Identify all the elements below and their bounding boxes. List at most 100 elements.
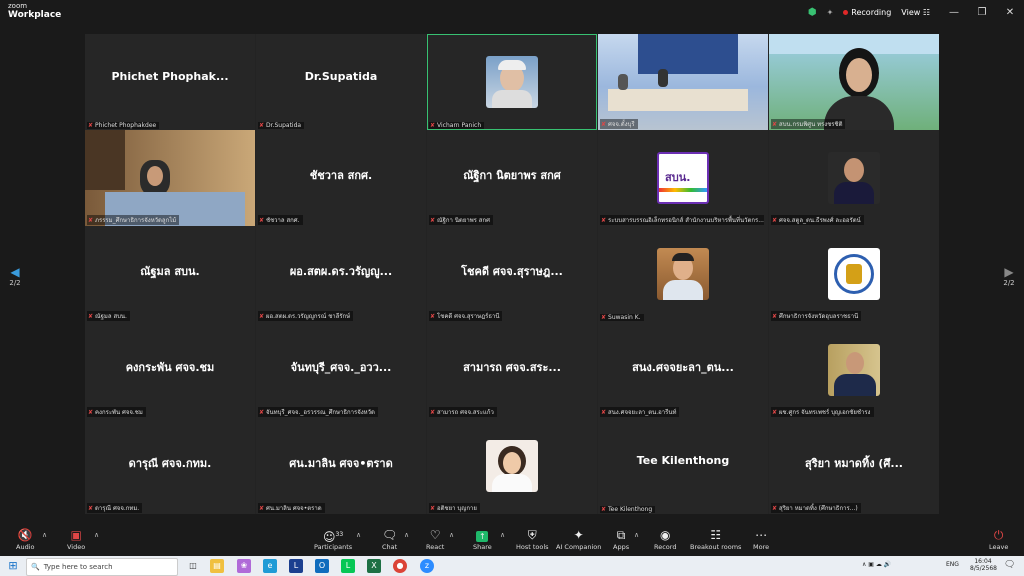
participant-tile[interactable]: ✘ ผช.ศูกร จันทรเพชร์ บุญเอกชัยชำรง [769, 322, 939, 418]
apps-button[interactable]: ⧉ Apps [613, 527, 629, 551]
participant-tile[interactable]: จันทบุรี_ศจจ._อวว... ✘ จันทบุรี_ศจจ._อรวรร… [256, 322, 426, 418]
more-button[interactable]: ⋯ More [753, 527, 769, 551]
participant-label: ✘ คงกระพัน ศจจ.ชม [87, 407, 146, 417]
participant-label: ✘ ศึกษาธิการจังหวัดอุบลราชธานี [771, 311, 862, 321]
participant-label: ✘ ชัชวาล สกศ. [258, 215, 303, 225]
view-button[interactable]: View ☷ [901, 8, 930, 17]
participant-tile[interactable]: ✘ Suwasin K. [598, 226, 768, 322]
participant-tile[interactable]: ดารุณี ศจจ.กทม. ✘ ดารุณี ศจจ.กทม. [85, 418, 255, 514]
participant-photo [828, 152, 880, 204]
windows-start-icon[interactable]: ⊞ [6, 559, 20, 573]
windows-taskbar: ⊞ 🔍 Type here to search ◫ ▤ ❀ e L O L X ●… [0, 556, 1024, 576]
record-button[interactable]: ◉ Record [654, 527, 676, 551]
participant-label-text: ภรรรม_ศึกษาธิการจังหวัดลูกไม้ [95, 217, 177, 224]
participants-label: Participants [314, 543, 353, 551]
mic-muted-icon: ✘ [772, 217, 778, 224]
participant-tile[interactable]: Phichet Phophak... ✘ Phichet Phophakdee [85, 34, 255, 130]
taskbar-search[interactable]: 🔍 Type here to search [26, 558, 178, 576]
participant-tile[interactable]: ชัชวาล สกศ. ✘ ชัชวาล สกศ. [256, 130, 426, 226]
mic-muted-icon: ✘ [88, 217, 94, 224]
participants-caret-icon[interactable]: ∧ [356, 531, 361, 539]
participant-tile[interactable]: ✘ ศึกษาธิการจังหวัดอุบลราชธานี [769, 226, 939, 322]
l-app-icon[interactable]: L [289, 559, 303, 573]
participants-button[interactable]: ☺33 Participants [314, 527, 352, 551]
zoom-app-icon[interactable]: z [420, 559, 434, 573]
participant-tile[interactable]: Dr.Supatida ✘ Dr.Supatida [256, 34, 426, 130]
clock[interactable]: 16:04 8/5/2568 [970, 558, 997, 572]
mic-muted-icon: ✘ [430, 409, 436, 416]
participant-tile[interactable]: คงกระพัน ศจจ.ชม ✘ คงกระพัน ศจจ.ชม [85, 322, 255, 418]
participant-tile[interactable]: ✘ ศจจ.สตูล_ตน.ธีรพงศ์ ละออรัตน์ [769, 130, 939, 226]
excel-icon[interactable]: X [367, 559, 381, 573]
participant-label-text: อติชยา บุญกาย [437, 505, 477, 512]
participant-display-name: Dr.Supatida [304, 70, 378, 83]
react-button[interactable]: ♡ React [426, 527, 444, 551]
logo-line2: Workplace [8, 10, 62, 20]
apps-caret-icon[interactable]: ∧ [634, 531, 639, 539]
zoom-logo: zoom Workplace [8, 2, 61, 20]
host-tools-label: Host tools [516, 543, 549, 551]
participant-tile[interactable]: ศน.มาลิน ศจจ•ตราด ✘ ศน.มาลิน ศจจ•ตราด [256, 418, 426, 514]
mic-muted-icon: ✘ [430, 217, 436, 224]
participant-tile[interactable]: ✘ ศจจ.ตั้งบุรี [598, 34, 768, 130]
participant-tile[interactable]: ✘ สบน.กรมพิศูน ทรงชรชิติ [769, 34, 939, 130]
participant-tile[interactable]: ผอ.สตผ.ดร.วรัญญู... ✘ ผอ.สตผ.ดร.วรัญญูกรณ์… [256, 226, 426, 322]
participant-tile[interactable]: ✘ Vicharn Panich [427, 34, 597, 130]
breakout-rooms-button[interactable]: ☷ Breakout rooms [690, 527, 741, 551]
participant-tile[interactable]: สามารถ ศจจ.สระ... ✘ สามารถ ศจจ.สระแก้ว [427, 322, 597, 418]
sparkle-icon[interactable]: ✦ [827, 8, 834, 17]
tray-icons[interactable]: ∧ ▣ ☁ 🔊 [862, 561, 891, 568]
participant-tile[interactable]: ✘ อติชยา บุญกาย [427, 418, 597, 514]
host-tools-button[interactable]: ⛨ Host tools [516, 527, 549, 551]
share-caret-icon[interactable]: ∧ [500, 531, 505, 539]
recording-indicator[interactable]: Recording [843, 8, 891, 17]
video-caret-icon[interactable]: ∧ [94, 531, 99, 539]
line-icon[interactable]: L [341, 559, 355, 573]
participant-tile[interactable]: สบน. ✘ ระบบสารบรรณอิเล็กทรอนิกส์ สำนักงานบ… [598, 130, 768, 226]
edge-icon[interactable]: e [263, 559, 277, 573]
share-button[interactable]: ↑ Share [473, 527, 492, 551]
participant-display-name: Phichet Phophak... [111, 70, 229, 83]
participant-tile[interactable]: ✘ ภรรรม_ศึกษาธิการจังหวัดลูกไม้ [85, 130, 255, 226]
outlook-icon[interactable]: O [315, 559, 329, 573]
ai-companion-button[interactable]: ✦ AI Companion [556, 527, 601, 551]
prev-page-button[interactable]: ◀ 2/2 [8, 265, 22, 287]
audio-caret-icon[interactable]: ∧ [42, 531, 47, 539]
task-view-icon[interactable]: ◫ [186, 559, 200, 573]
participant-tile[interactable]: สนง.ศจจยะลา_ตน... ✘ สนง.ศจจยะลา_ตน.อารีนท์ [598, 322, 768, 418]
breakout-label: Breakout rooms [690, 543, 742, 551]
participant-display-name: ชัชวาล สกศ. [309, 169, 373, 182]
chat-button[interactable]: 🗨 Chat [382, 527, 397, 551]
participant-label: ✘ ดารุณี ศจจ.กทม. [87, 503, 143, 513]
language-indicator[interactable]: ENG [946, 561, 959, 568]
leave-button[interactable]: ⏻ Leave [989, 527, 1008, 551]
participant-display-name: จันทบุรี_ศจจ._อวว... [290, 361, 392, 374]
participant-label-text: ศึกษาธิการจังหวัดอุบลราชธานี [779, 313, 859, 320]
title-bar: zoom Workplace ⬢ ✦ Recording View ☷ — ❐ … [0, 0, 1024, 24]
audio-button[interactable]: 🔇 Audio [16, 527, 34, 551]
ai-companion-label: AI Companion [556, 543, 602, 551]
mic-muted-icon: ✘ [259, 217, 265, 224]
mic-muted-icon: ✘ [88, 505, 94, 512]
chrome-icon[interactable]: ● [393, 559, 407, 573]
participant-grid: Phichet Phophak... ✘ Phichet Phophakdee Dr.… [85, 34, 939, 514]
chat-caret-icon[interactable]: ∧ [404, 531, 409, 539]
restore-button[interactable]: ❐ [968, 7, 996, 18]
participant-tile[interactable]: Tee Kilenthong ✘ Tee Kilenthong [598, 418, 768, 514]
react-caret-icon[interactable]: ∧ [449, 531, 454, 539]
participant-tile[interactable]: ณัฐมล สบน. ✘ ณัฐมล สบน. [85, 226, 255, 322]
participant-tile[interactable]: ณัฐิกา นิตยาพร สกศ ✘ ณัฐิกา นิตยาพร สกศ [427, 130, 597, 226]
participant-label-text: จันทบุรี_ศจจ._อรวรรณ_ศึกษาธิการจังหวัด [266, 409, 375, 416]
shield-icon[interactable]: ⬢ [808, 7, 817, 18]
next-page-button[interactable]: ▶ 2/2 [1002, 265, 1016, 287]
copilot-icon[interactable]: ❀ [237, 559, 251, 573]
participant-tile[interactable]: โชคดี ศจจ.สุราษฎ... ✘ โชคดี ศจจ.สุราษฎร์ธา… [427, 226, 597, 322]
close-button[interactable]: ✕ [996, 7, 1024, 18]
notification-icon[interactable]: 🗨 [1004, 560, 1015, 570]
file-explorer-icon[interactable]: ▤ [210, 559, 224, 573]
video-button[interactable]: ▣ Video [67, 527, 85, 551]
video-label: Video [67, 543, 86, 551]
minimize-button[interactable]: — [940, 7, 968, 18]
participant-label: ✘ จันทบุรี_ศจจ._อรวรรณ_ศึกษาธิการจังหวัด [258, 407, 378, 417]
participant-tile[interactable]: สุริยา หมาดทิ้ง (ศึ... ✘ สุริยา หมาดทิ้ง (… [769, 418, 939, 514]
